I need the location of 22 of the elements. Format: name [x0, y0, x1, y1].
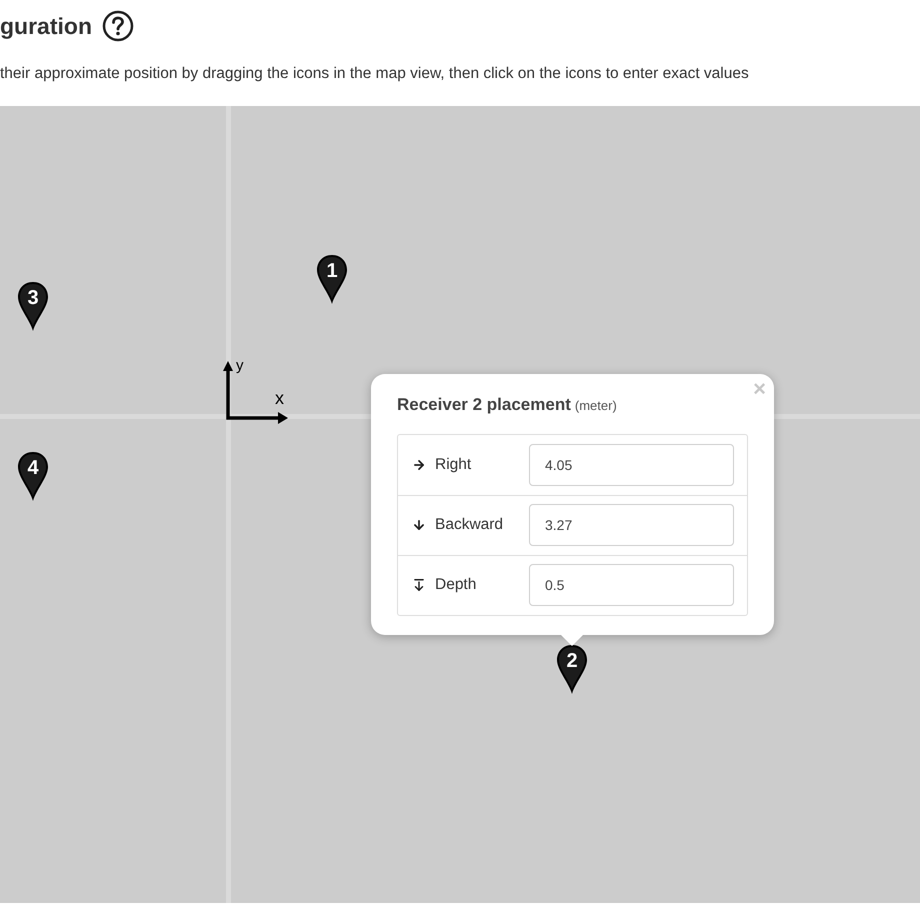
popup-pointer	[561, 635, 583, 646]
field-label: Depth	[435, 575, 476, 596]
map-marker[interactable]: 1	[315, 253, 349, 306]
field-label: Right	[435, 454, 472, 475]
value-input[interactable]: 3.27	[529, 504, 734, 546]
map-marker[interactable]: 2	[555, 643, 589, 696]
map-view[interactable]: y x 1 3 4 2 Receiver 2 placement (meter) × Right 4.05 Backward 3.27 Depth 0.5	[0, 106, 920, 903]
field-label: Backward	[435, 515, 504, 536]
help-icon[interactable]	[102, 10, 134, 42]
x-axis-label: x	[275, 389, 284, 407]
y-axis-label: y	[236, 358, 244, 373]
value-input[interactable]: 4.05	[529, 444, 734, 486]
arrow-right-icon	[412, 458, 426, 472]
instructions-text: their approximate position by dragging the icons in the map view, then click on the icons to enter exact values	[0, 64, 750, 84]
unit-text: (meter)	[574, 397, 617, 415]
map-marker[interactable]: 4	[16, 450, 50, 503]
axes-drawing	[221, 361, 289, 427]
arrow-down-icon	[412, 518, 426, 532]
popup-title: Receiver 2 placement	[397, 394, 571, 416]
page-title: guration	[0, 14, 92, 38]
map-marker[interactable]: 3	[16, 280, 50, 333]
value-input[interactable]: 0.5	[529, 564, 734, 606]
